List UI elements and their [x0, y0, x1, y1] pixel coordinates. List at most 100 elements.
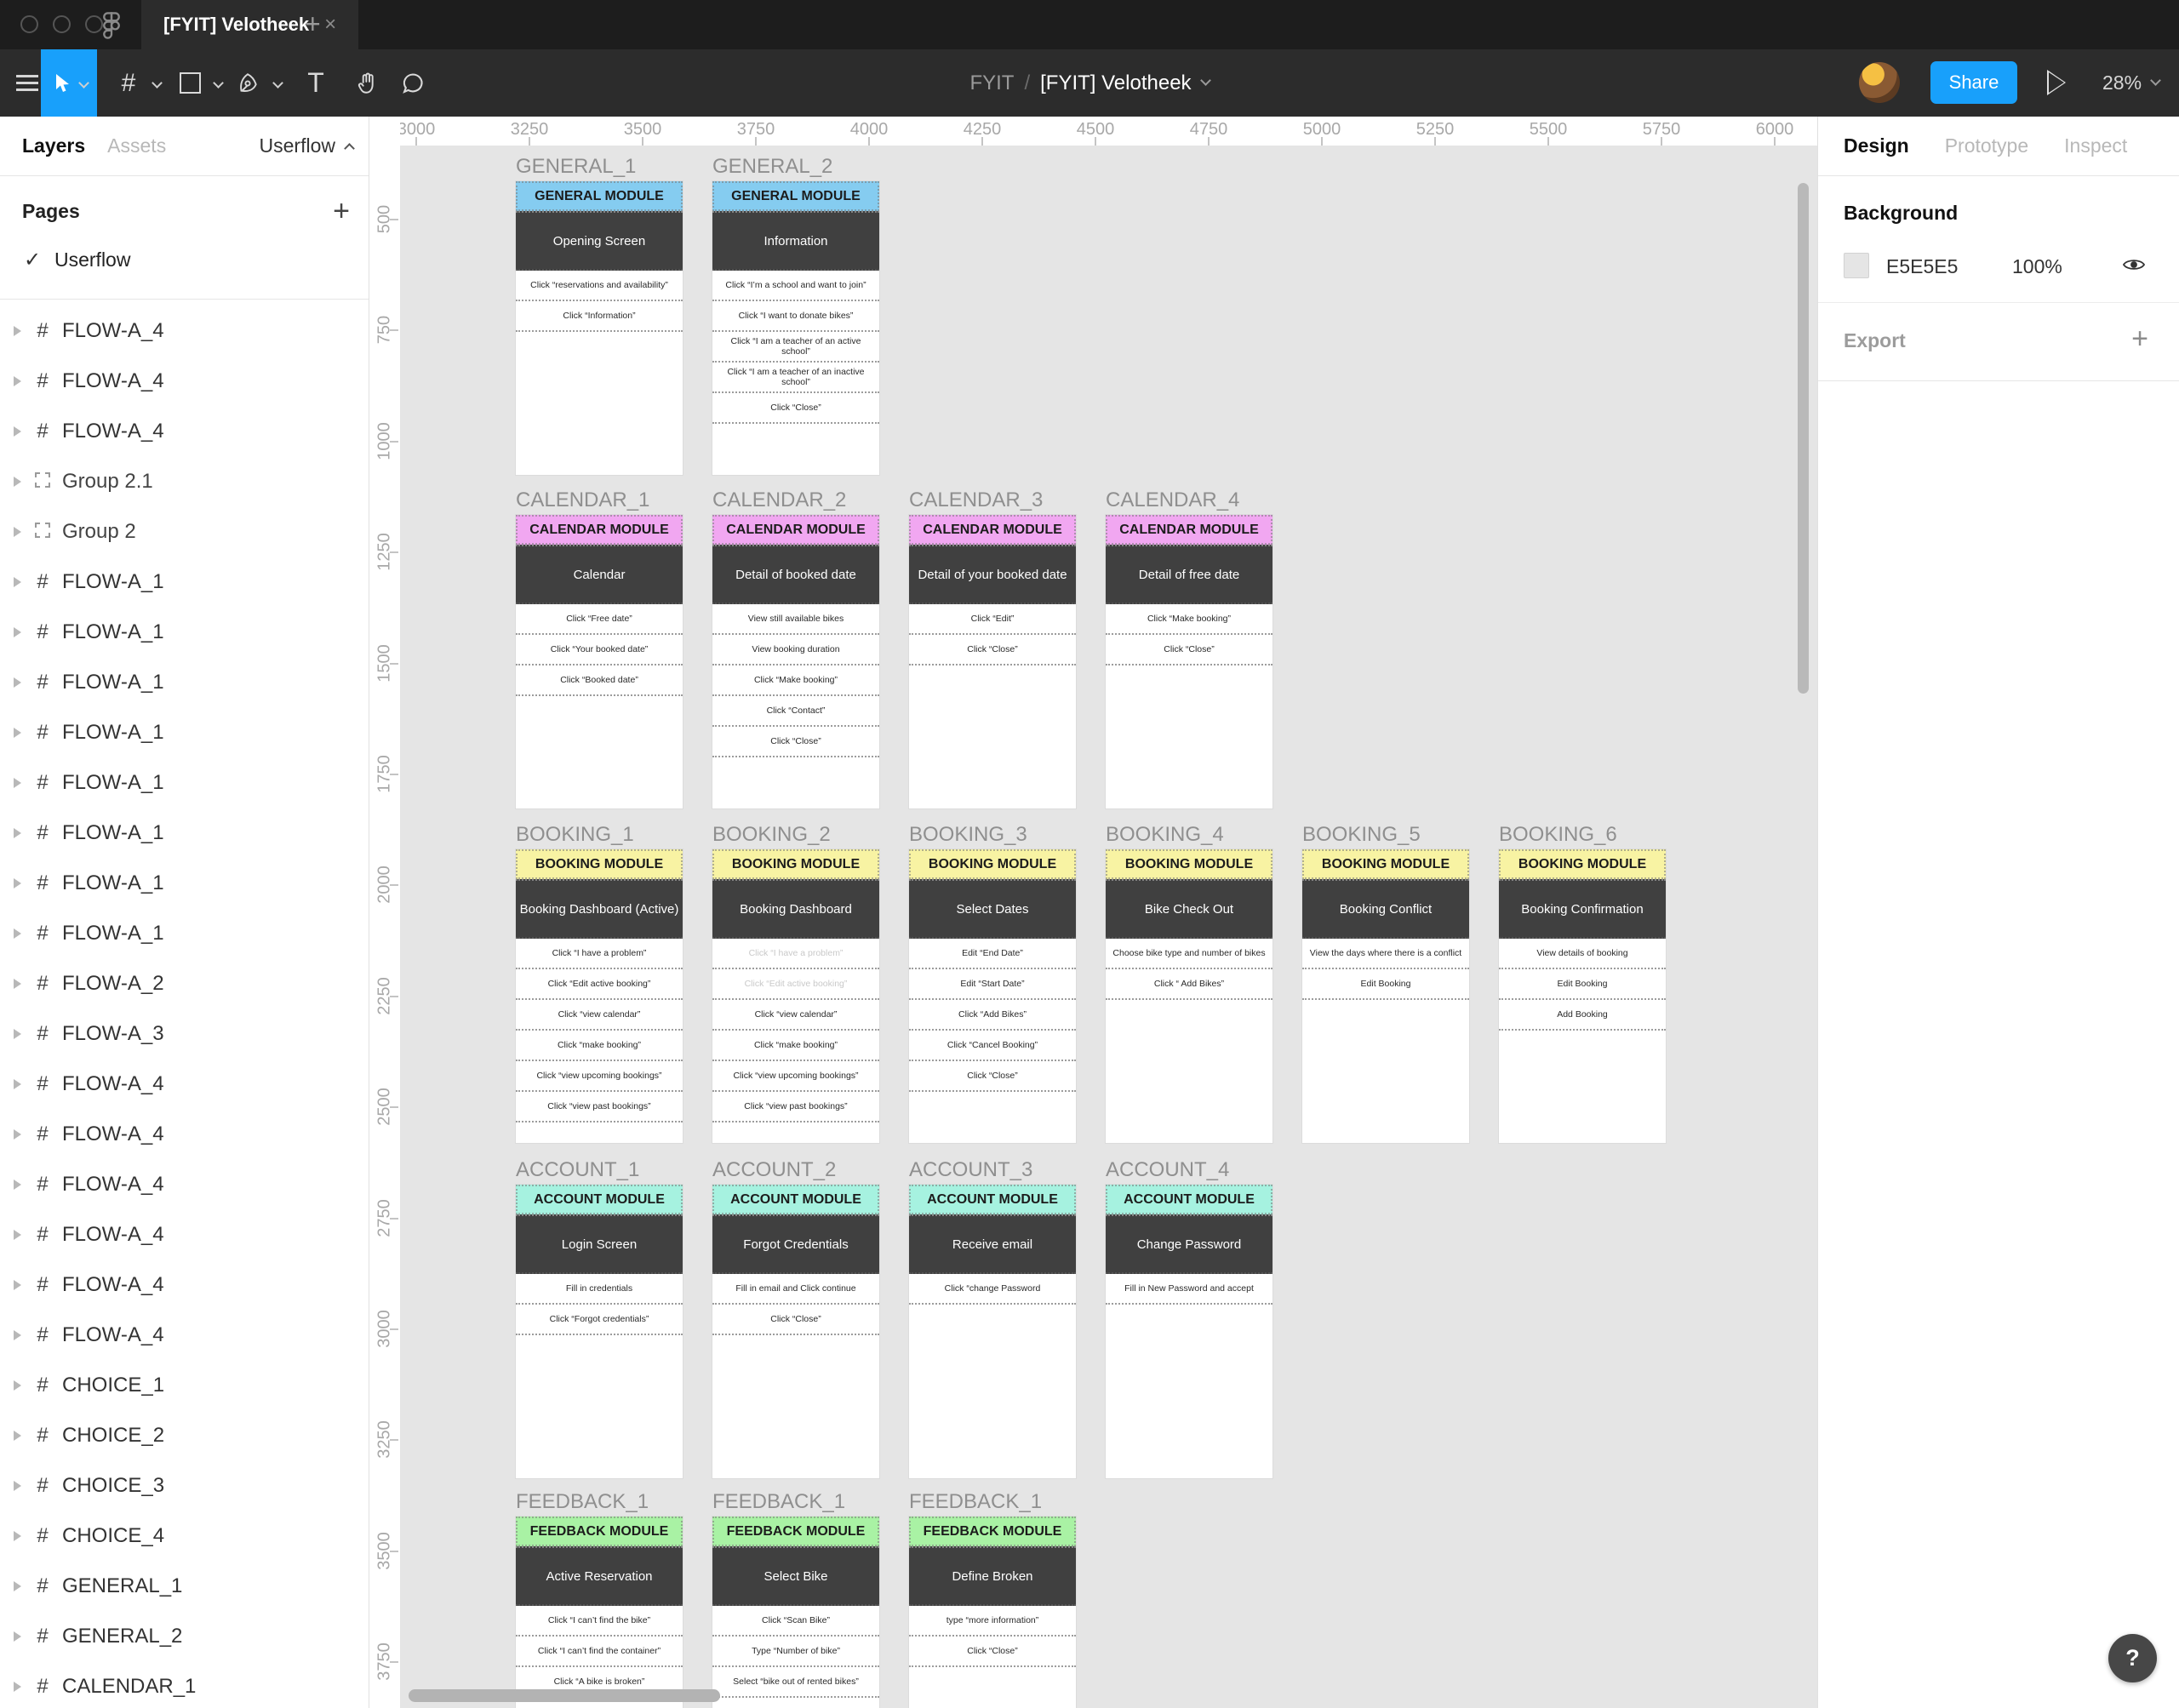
- expand-caret-icon[interactable]: [14, 1279, 21, 1290]
- share-button[interactable]: Share: [1930, 61, 2017, 104]
- background-opacity-value[interactable]: 100%: [2012, 255, 2062, 278]
- canvas-frame[interactable]: GENERAL MODULE Information Click “I’m a sc…: [712, 181, 879, 475]
- frame-label[interactable]: CALENDAR_4: [1106, 488, 1239, 512]
- expand-caret-icon[interactable]: [14, 1380, 21, 1391]
- layer-row[interactable]: # FLOW-A_1: [0, 858, 369, 908]
- expand-caret-icon[interactable]: [14, 677, 21, 688]
- move-tool-chevron-icon[interactable]: [77, 77, 89, 89]
- expand-caret-icon[interactable]: [14, 426, 21, 437]
- window-minimize-button[interactable]: [53, 15, 71, 33]
- tab-layers[interactable]: Layers: [22, 134, 85, 157]
- expand-caret-icon[interactable]: [14, 1530, 21, 1541]
- background-hex-value[interactable]: E5E5E5: [1886, 255, 1958, 278]
- layer-row[interactable]: # FLOW-A_4: [0, 306, 369, 356]
- tab-inspect[interactable]: Inspect: [2064, 134, 2127, 157]
- layer-row[interactable]: # FLOW-A_4: [0, 356, 369, 406]
- rectangle-tool-chevron-icon[interactable]: [208, 49, 228, 117]
- canvas-frame[interactable]: FEEDBACK MODULE Define Broken type “more i…: [909, 1517, 1076, 1708]
- expand-caret-icon[interactable]: [14, 576, 21, 587]
- expand-caret-icon[interactable]: [14, 1128, 21, 1140]
- layer-row[interactable]: # FLOW-A_1: [0, 557, 369, 607]
- canvas-frame[interactable]: BOOKING MODULE Booking Conflict View the d…: [1302, 849, 1469, 1143]
- text-tool-icon[interactable]: T: [296, 49, 335, 117]
- layer-row[interactable]: # CHOICE_1: [0, 1360, 369, 1410]
- frame-label[interactable]: BOOKING_6: [1499, 823, 1617, 847]
- layer-row[interactable]: # FLOW-A_2: [0, 958, 369, 1008]
- layer-row[interactable]: # FLOW-A_4: [0, 1159, 369, 1209]
- present-play-icon[interactable]: [2047, 70, 2066, 95]
- breadcrumb-file-name[interactable]: [FYIT] Velotheek: [1040, 71, 1191, 95]
- layer-row[interactable]: # CHOICE_3: [0, 1460, 369, 1511]
- pen-tool-chevron-icon[interactable]: [267, 49, 288, 117]
- expand-caret-icon[interactable]: [14, 1028, 21, 1039]
- frame-label[interactable]: BOOKING_5: [1302, 823, 1421, 847]
- canvas-frame[interactable]: BOOKING MODULE Booking Dashboard Click “I …: [712, 849, 879, 1143]
- canvas-frame[interactable]: ACCOUNT MODULE Receive email Click “change…: [909, 1185, 1076, 1478]
- canvas-frame[interactable]: ACCOUNT MODULE Forgot Credentials Fill in …: [712, 1185, 879, 1478]
- expand-caret-icon[interactable]: [14, 325, 21, 336]
- add-page-button[interactable]: +: [333, 197, 350, 226]
- layer-row[interactable]: # FLOW-A_1: [0, 607, 369, 657]
- expand-caret-icon[interactable]: [14, 1179, 21, 1190]
- page-item-userflow[interactable]: ✓ Userflow: [0, 243, 369, 280]
- tab-close-icon[interactable]: ×: [324, 14, 336, 35]
- frame-label[interactable]: ACCOUNT_4: [1106, 1158, 1229, 1182]
- expand-caret-icon[interactable]: [14, 727, 21, 738]
- design-canvas[interactable]: 3000 3250 3500 3750 4000 4250 4500 4750 5000 5250…: [369, 117, 1817, 1708]
- layer-row[interactable]: Group 2: [0, 506, 369, 557]
- frame-label[interactable]: CALENDAR_1: [516, 488, 649, 512]
- frame-label[interactable]: ACCOUNT_1: [516, 1158, 639, 1182]
- frame-label[interactable]: FEEDBACK_1: [909, 1490, 1042, 1514]
- layer-row[interactable]: # CHOICE_2: [0, 1410, 369, 1460]
- expand-caret-icon[interactable]: [14, 777, 21, 788]
- tab-prototype[interactable]: Prototype: [1945, 134, 2028, 157]
- canvas-frame[interactable]: CALENDAR MODULE Calendar Click “Free date”…: [516, 515, 683, 808]
- frame-tool-icon[interactable]: #: [109, 49, 148, 117]
- frame-label[interactable]: BOOKING_2: [712, 823, 831, 847]
- expand-caret-icon[interactable]: [14, 1681, 21, 1692]
- canvas-frame[interactable]: GENERAL MODULE Opening Screen Click “reser…: [516, 181, 683, 475]
- frame-tool-chevron-icon[interactable]: [146, 49, 167, 117]
- layer-row[interactable]: # FLOW-A_1: [0, 657, 369, 707]
- frame-label[interactable]: FEEDBACK_1: [712, 1490, 845, 1514]
- horizontal-scrollbar[interactable]: [409, 1689, 720, 1702]
- file-tab[interactable]: [FYIT] Velotheek ×: [141, 0, 359, 49]
- layer-row[interactable]: # FLOW-A_4: [0, 1059, 369, 1109]
- frame-label[interactable]: CALENDAR_3: [909, 488, 1043, 512]
- layer-row[interactable]: # FLOW-A_4: [0, 406, 369, 456]
- layer-row[interactable]: # FLOW-A_1: [0, 808, 369, 858]
- expand-caret-icon[interactable]: [14, 827, 21, 838]
- frame-label[interactable]: FEEDBACK_1: [516, 1490, 649, 1514]
- canvas-frame[interactable]: FEEDBACK MODULE Active Reservation Click “…: [516, 1517, 683, 1708]
- frame-label[interactable]: ACCOUNT_3: [909, 1158, 1032, 1182]
- user-avatar[interactable]: [1859, 62, 1900, 103]
- frame-label[interactable]: ACCOUNT_2: [712, 1158, 836, 1182]
- layer-row[interactable]: # FLOW-A_3: [0, 1008, 369, 1059]
- layer-row[interactable]: # GENERAL_2: [0, 1611, 369, 1661]
- tab-assets[interactable]: Assets: [107, 134, 166, 157]
- expand-caret-icon[interactable]: [14, 476, 21, 487]
- expand-caret-icon[interactable]: [14, 1329, 21, 1340]
- layer-row[interactable]: # FLOW-A_4: [0, 1109, 369, 1159]
- new-tab-button[interactable]: +: [305, 9, 321, 40]
- layer-row[interactable]: # FLOW-A_4: [0, 1209, 369, 1260]
- canvas-frame[interactable]: FEEDBACK MODULE Select Bike Click “Scan Bi…: [712, 1517, 879, 1708]
- canvas-frame[interactable]: BOOKING MODULE Booking Dashboard (Active)…: [516, 849, 683, 1143]
- expand-caret-icon[interactable]: [14, 1631, 21, 1642]
- move-tool-icon[interactable]: [41, 49, 97, 117]
- layer-row[interactable]: # FLOW-A_4: [0, 1260, 369, 1310]
- expand-caret-icon[interactable]: [14, 877, 21, 888]
- layer-row[interactable]: # FLOW-A_4: [0, 1310, 369, 1360]
- color-swatch[interactable]: [1844, 253, 1869, 278]
- expand-caret-icon[interactable]: [14, 978, 21, 989]
- frame-label[interactable]: BOOKING_1: [516, 823, 634, 847]
- layer-row[interactable]: # CHOICE_4: [0, 1511, 369, 1561]
- pen-tool-icon[interactable]: [228, 49, 267, 117]
- frame-label[interactable]: GENERAL_2: [712, 155, 832, 179]
- help-button[interactable]: ?: [2108, 1634, 2157, 1682]
- canvas-frame[interactable]: CALENDAR MODULE Detail of booked date View…: [712, 515, 879, 808]
- breadcrumb-project[interactable]: FYIT: [969, 71, 1014, 95]
- page-selector[interactable]: Userflow: [260, 134, 355, 157]
- expand-caret-icon[interactable]: [14, 526, 21, 537]
- canvas-frame[interactable]: BOOKING MODULE Booking Confirmation View d…: [1499, 849, 1666, 1143]
